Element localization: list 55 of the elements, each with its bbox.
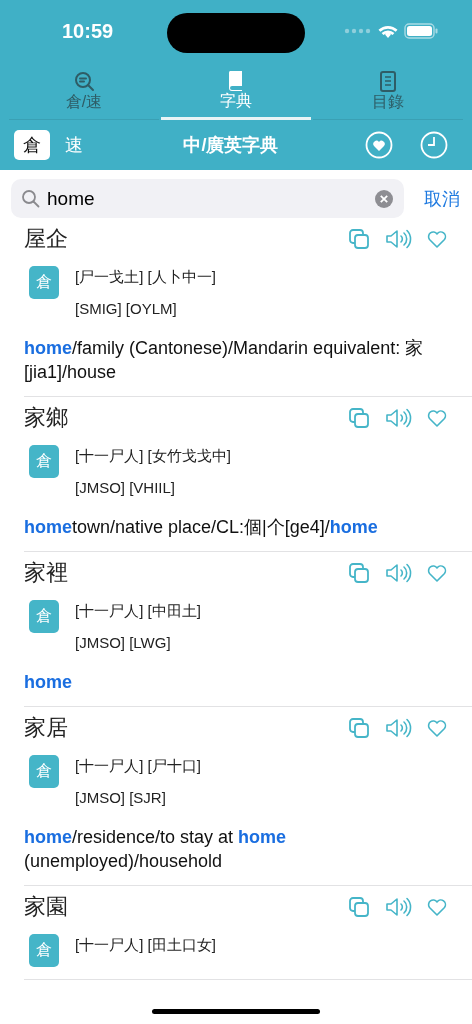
heart-icon[interactable] <box>426 407 448 429</box>
headword: 屋企 <box>24 225 68 253</box>
definition-text: home/family (Cantonese)/Mandarin equivalent: 家[jia1]/house <box>24 337 425 384</box>
copy-icon[interactable] <box>348 717 370 739</box>
mode-button[interactable]: 倉 <box>14 130 50 160</box>
tab[interactable]: 倉/速 <box>9 62 159 120</box>
definition-text: home <box>24 671 73 694</box>
status-time: 10:59 <box>62 19 114 43</box>
copy-icon[interactable] <box>348 896 370 918</box>
radicals-text: [尸一戈土] [人卜中一] <box>75 268 216 286</box>
cangjie-badge: 倉 <box>29 755 59 788</box>
cangjie-badge: 倉 <box>29 934 59 967</box>
radicals-text: [十一尸人] [中田土] <box>75 602 201 620</box>
search-icon <box>21 189 41 209</box>
speaker-icon[interactable] <box>384 407 412 429</box>
clock-icon[interactable] <box>420 131 448 159</box>
speaker-icon[interactable] <box>384 717 412 739</box>
radicals-text: [十一尸人] [尸十口] <box>75 757 201 775</box>
definition-text: hometown/native place/CL:個|个[ge4]/home <box>24 516 379 539</box>
signal-icon <box>344 27 372 35</box>
definition-text: home/residence/to stay at home (unemployed)/household <box>24 826 288 873</box>
search-field[interactable]: home <box>11 179 404 218</box>
headword: 家裡 <box>24 559 68 587</box>
clear-icon[interactable] <box>374 189 394 209</box>
headword: 家園 <box>24 893 68 921</box>
battery-icon <box>404 23 438 39</box>
speaker-icon[interactable] <box>384 228 412 250</box>
heart-icon[interactable] <box>426 717 448 739</box>
cangjie-badge: 倉 <box>29 445 59 478</box>
headword: 家居 <box>24 714 68 742</box>
copy-icon[interactable] <box>348 407 370 429</box>
search-icon <box>73 69 95 92</box>
wifi-icon <box>378 23 398 39</box>
code-text: [SMIG] [OYLM] <box>75 300 178 318</box>
cancel-button[interactable]: 取消 <box>424 186 460 211</box>
heart-icon[interactable] <box>426 562 448 584</box>
speaker-icon[interactable] <box>384 896 412 918</box>
heart-icon[interactable] <box>426 228 448 250</box>
speaker-icon[interactable] <box>384 562 412 584</box>
radicals-text: [十一尸人] [田土口女] <box>75 936 216 954</box>
code-text: [JMSO] [SJR] <box>75 789 167 807</box>
radicals-text: [十一尸人] [女竹戈戈中] <box>75 447 231 465</box>
copy-icon[interactable] <box>348 562 370 584</box>
mode-button[interactable]: 速 <box>56 130 92 160</box>
heart-icon[interactable] <box>426 896 448 918</box>
list-icon <box>377 69 399 92</box>
headword: 家鄉 <box>24 404 68 432</box>
code-text: [JMSO] [LWG] <box>75 634 172 652</box>
code-text: [JMSO] [VHIIL] <box>75 479 177 497</box>
copy-icon[interactable] <box>348 228 370 250</box>
screen-title: 中/廣英字典 <box>182 134 280 157</box>
cangjie-badge: 倉 <box>29 600 59 633</box>
tab[interactable]: 目錄 <box>313 62 463 120</box>
tab[interactable]: 字典 <box>161 62 311 120</box>
cangjie-badge: 倉 <box>29 266 59 299</box>
